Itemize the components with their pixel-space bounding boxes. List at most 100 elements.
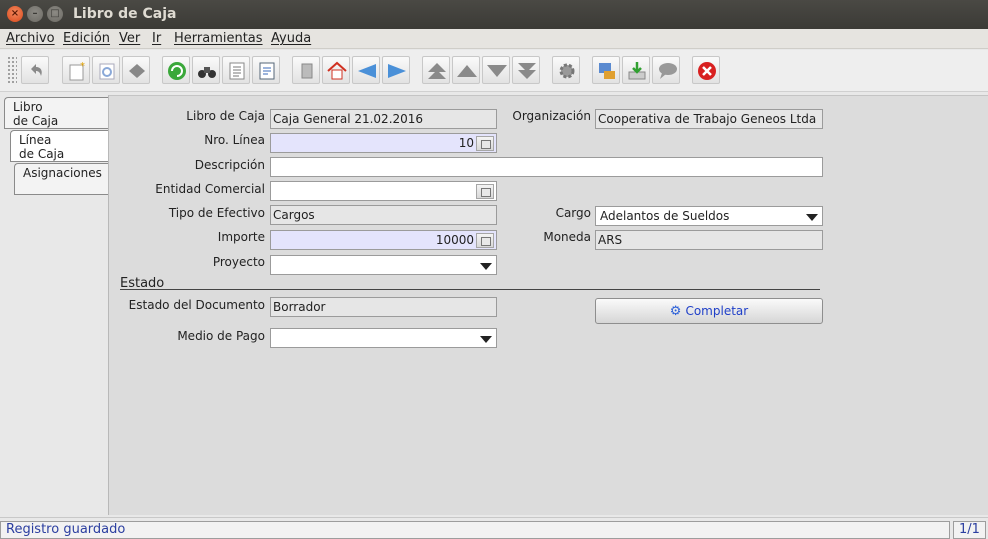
history-icon [229, 62, 245, 80]
home-icon [327, 61, 347, 80]
report-icon [259, 62, 275, 80]
importe-value: 10000 [435, 233, 474, 247]
importe-label: Importe [217, 230, 265, 244]
menu-archivo[interactable]: Archivo [6, 31, 55, 46]
completar-label: Completar [685, 304, 749, 318]
previous-record-icon [457, 65, 477, 77]
home-button[interactable] [322, 56, 350, 84]
menu-herramientas[interactable]: Herramientas [174, 31, 263, 46]
proyecto-label: Proyecto [212, 255, 265, 269]
window-title: Libro de Caja [73, 6, 177, 22]
svg-text:*: * [80, 61, 85, 72]
print-button[interactable] [592, 56, 620, 84]
refresh-button[interactable] [162, 56, 190, 84]
libro-label: Libro de Caja [186, 109, 265, 123]
cargo-value: Adelantos de Sueldos [600, 209, 730, 223]
importe-field[interactable]: 10000 [270, 230, 497, 250]
menu-ir[interactable]: Ir [152, 31, 161, 46]
previous-record-button[interactable] [452, 56, 480, 84]
attachment-button[interactable] [292, 56, 320, 84]
cargo-dropdown[interactable]: Adelantos de Sueldos [595, 206, 823, 226]
tab-asignaciones[interactable]: Asignaciones [14, 163, 108, 195]
medio-pago-dropdown[interactable] [270, 328, 497, 348]
exit-button[interactable] [692, 56, 720, 84]
title-bar: × – □ Libro de Caja [0, 0, 988, 29]
entidad-comercial-label: Entidad Comercial [155, 182, 265, 196]
previous-icon [358, 64, 376, 78]
last-record-button[interactable] [512, 56, 540, 84]
status-bar: Registro guardado 1/1 [0, 517, 988, 539]
libro-field[interactable]: Caja General 21.02.2016 [270, 109, 497, 129]
chevron-down-icon [806, 214, 818, 221]
export-button[interactable] [622, 56, 650, 84]
organizacion-field[interactable]: Cooperativa de Trabajo Geneos Ltda [595, 109, 823, 129]
first-record-button[interactable] [422, 56, 450, 84]
process-icon [559, 63, 575, 79]
first-record-icon [428, 63, 446, 79]
chat-icon [659, 63, 677, 79]
completar-button[interactable]: ⚙ Completar [595, 298, 823, 324]
tab-libro-de-caja-line1: Libro [13, 100, 43, 114]
new-record-button[interactable]: * [62, 56, 90, 84]
medio-pago-label: Medio de Pago [177, 329, 265, 343]
next-record-button[interactable] [482, 56, 510, 84]
proyecto-dropdown[interactable] [270, 255, 497, 275]
cargo-label: Cargo [555, 206, 591, 220]
tab-asignaciones-label: Asignaciones [23, 166, 102, 180]
gear-icon: ⚙ [669, 304, 682, 319]
tab-linea-de-caja[interactable]: Línea de Caja [10, 130, 109, 162]
menu-bar: Archivo Edición Ver Ir Herramientas Ayud… [0, 29, 988, 49]
report-button[interactable] [252, 56, 280, 84]
find-icon [198, 67, 216, 78]
history-button[interactable] [222, 56, 250, 84]
toolbar-grip[interactable] [7, 56, 17, 84]
copy-record-icon [99, 63, 115, 80]
record-count[interactable]: 1/1 [953, 521, 986, 539]
toolbar: * [0, 50, 988, 92]
chevron-down-icon [480, 263, 492, 270]
descripcion-label: Descripción [194, 158, 265, 172]
process-button[interactable] [552, 56, 580, 84]
copy-record-button[interactable] [92, 56, 120, 84]
tipo-efectivo-field[interactable]: Cargos [270, 205, 497, 225]
chevron-down-icon [480, 336, 492, 343]
undo-button[interactable] [21, 56, 49, 84]
calculator-button[interactable] [476, 233, 494, 248]
next-record-icon [487, 65, 507, 77]
menu-ver[interactable]: Ver [119, 31, 140, 46]
estado-documento-field[interactable]: Borrador [270, 297, 497, 317]
entidad-comercial-field[interactable] [270, 181, 497, 201]
last-record-icon [518, 63, 536, 79]
tab-linea-de-caja-line2: de Caja [19, 147, 65, 161]
menu-edicion[interactable]: Edición [63, 31, 110, 46]
next-icon [388, 64, 406, 78]
maximize-window-button[interactable]: □ [47, 6, 63, 22]
delete-record-button[interactable] [122, 56, 150, 84]
new-record-icon: * [69, 61, 85, 81]
bpartner-lookup-button[interactable] [476, 184, 494, 199]
calculator-button[interactable] [476, 136, 494, 151]
nro-linea-field[interactable]: 10 [270, 133, 497, 153]
minimize-window-button[interactable]: – [27, 6, 43, 22]
nro-linea-label: Nro. Línea [204, 133, 265, 147]
find-button[interactable] [192, 56, 220, 84]
refresh-icon [168, 62, 186, 80]
moneda-label: Moneda [543, 230, 591, 244]
organizacion-label: Organización [512, 109, 591, 123]
nro-linea-value: 10 [458, 136, 474, 150]
tipo-efectivo-label: Tipo de Efectivo [168, 206, 265, 220]
previous-button[interactable] [352, 56, 380, 84]
status-message: Registro guardado [0, 521, 950, 539]
export-icon [628, 62, 646, 80]
close-window-button[interactable]: × [7, 6, 23, 22]
tab-linea-de-caja-line1: Línea [19, 133, 52, 147]
menu-ayuda[interactable]: Ayuda [271, 31, 311, 46]
moneda-field[interactable]: ARS [595, 230, 823, 250]
descripcion-field[interactable] [270, 157, 823, 177]
next-button[interactable] [382, 56, 410, 84]
print-icon [599, 63, 615, 79]
estado-documento-label: Estado del Documento [128, 298, 265, 312]
attachment-icon [301, 63, 313, 79]
chat-button[interactable] [652, 56, 680, 84]
tab-libro-de-caja[interactable]: Libro de Caja [4, 97, 108, 129]
